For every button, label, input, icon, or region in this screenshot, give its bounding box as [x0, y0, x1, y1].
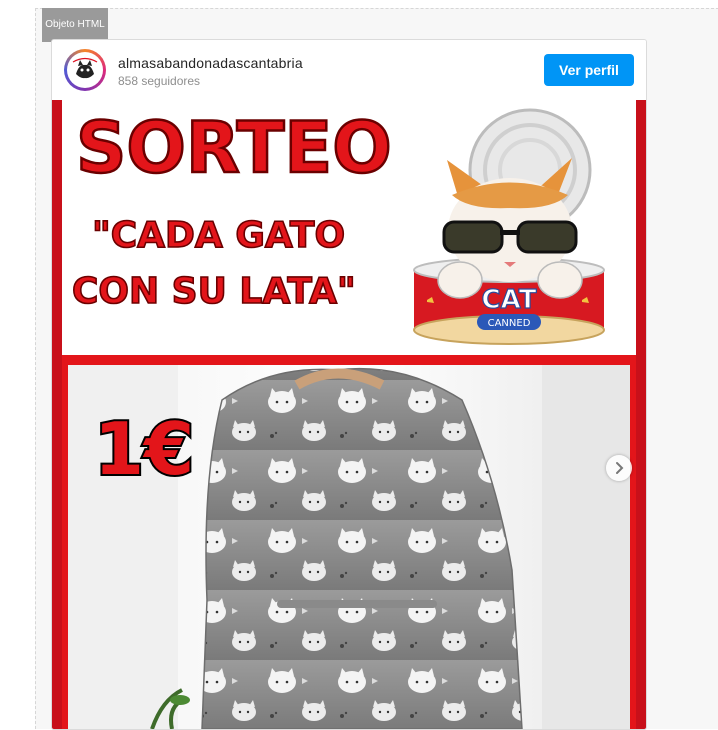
poster-subtitle-line1: "CADA GATO: [92, 215, 345, 256]
follower-count: 858 seguidores: [118, 74, 201, 88]
chevron-right-icon: [616, 462, 624, 474]
sorteo-poster: CAT CANNED SORTEO "CADA GATO CON SU LATA…: [52, 100, 646, 729]
avatar-image: [67, 52, 103, 88]
profile-username[interactable]: almasabandonadascantabria: [118, 55, 303, 71]
avatar-logo-icon: [68, 53, 102, 87]
poster-subtitle-line2: CON SU LATA": [72, 271, 356, 312]
price-tag: 1€: [94, 407, 194, 491]
post-image[interactable]: CAT CANNED SORTEO "CADA GATO CON SU LATA…: [52, 100, 646, 729]
view-profile-button[interactable]: Ver perfil: [544, 54, 634, 86]
embed-header: almasabandonadascantabria 858 seguidores…: [52, 40, 646, 100]
object-type-label: Objeto HTML: [42, 8, 108, 42]
poster-title: SORTEO: [76, 107, 392, 189]
next-slide-button[interactable]: [606, 455, 632, 481]
instagram-embed-card: almasabandonadascantabria 858 seguidores…: [51, 39, 647, 730]
can-label-text: CAT: [482, 285, 537, 315]
profile-avatar[interactable]: [64, 49, 106, 91]
can-sublabel-text: CANNED: [488, 318, 531, 329]
